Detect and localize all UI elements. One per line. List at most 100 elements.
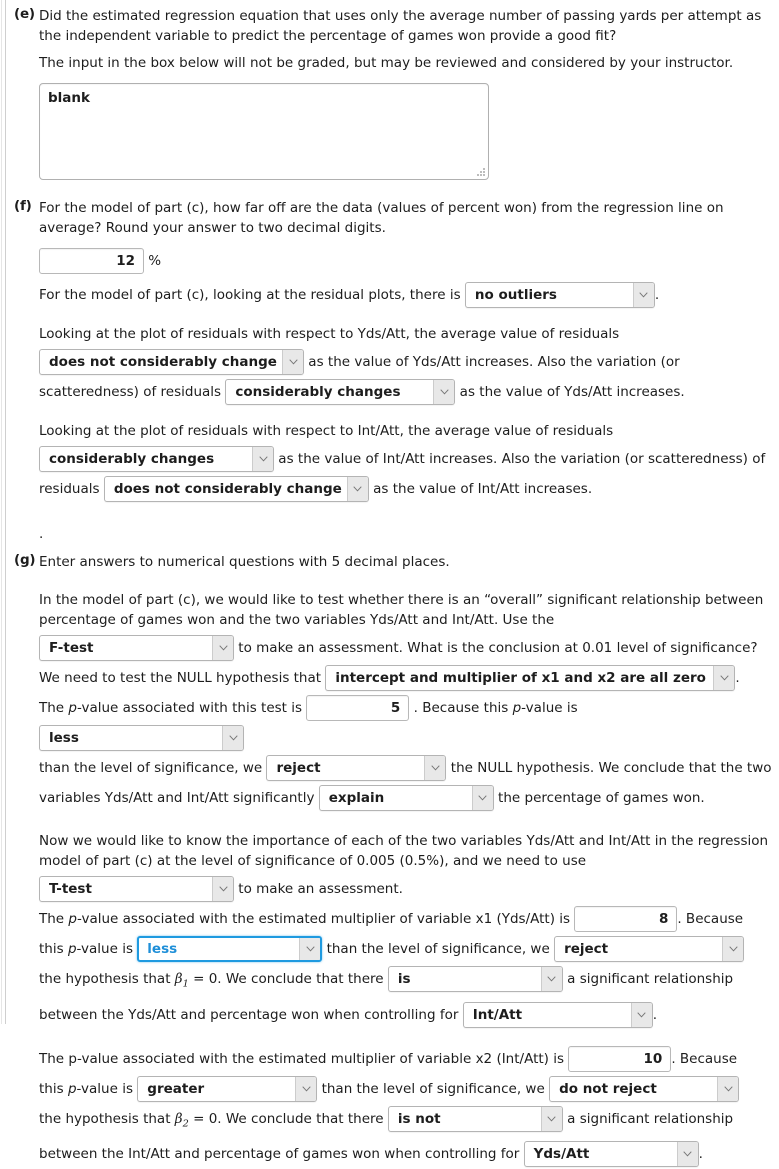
ftest-compare-after-text: than the level of significance, we — [39, 760, 263, 776]
ttest-type-select-value: T-test — [49, 881, 92, 897]
chevron-down-icon[interactable] — [282, 350, 303, 374]
ftest-select-row: F-test to make an assessment. What is th… — [39, 633, 773, 663]
chevron-down-icon[interactable] — [676, 1142, 698, 1167]
x1-hypothesis-mid-text: = 0. We conclude that there — [193, 971, 384, 987]
int-end-text: as the value of Int/Att increases. — [373, 481, 593, 497]
part-f-outliers-row: For the model of part (c), looking at th… — [39, 280, 773, 310]
x1-this-prefix-text: this — [39, 941, 64, 957]
x2-this-prefix-text: this — [39, 1080, 64, 1097]
x1-compare-after-text: than the level of significance, we — [326, 941, 550, 957]
yds-variation-select-value: considerably changes — [235, 384, 401, 400]
x1-compare-select-value: less — [147, 941, 178, 957]
ftest-explain-select[interactable]: explain — [318, 785, 494, 811]
chevron-down-icon[interactable] — [713, 666, 735, 690]
int-intro-text: Looking at the plot of residuals with re… — [39, 423, 614, 439]
part-g-question: Enter answers to numerical questions wit… — [39, 554, 450, 570]
x2-is-select[interactable]: is not — [387, 1105, 563, 1132]
ttest-after-text: to make an assessment. — [238, 881, 403, 897]
stray-period: . — [39, 526, 44, 542]
outliers-select[interactable]: no outliers — [464, 282, 655, 308]
part-g: (g) Enter answers to numerical questions… — [14, 552, 773, 1169]
x1-pvalue-prefix-text: -value associated with the estimated mul… — [76, 911, 571, 927]
ftest-pvalue-mid-text: . Because this — [413, 700, 509, 716]
x2-control-select[interactable]: Yds/Att — [523, 1141, 699, 1168]
x1-compare-select[interactable]: less — [137, 936, 323, 962]
chevron-down-icon[interactable] — [295, 1076, 317, 1101]
x2-hypothesis-mid-text: = 0. We conclude that there — [193, 1110, 384, 1127]
chevron-down-icon[interactable] — [722, 937, 744, 961]
p-italic-2: p — [512, 700, 522, 716]
x2-compare-select[interactable]: greater — [137, 1075, 318, 1102]
int-variation-select[interactable]: does not considerably change — [103, 476, 369, 502]
yds-variation-select[interactable]: considerably changes — [225, 379, 456, 405]
worksheet-content: (e) Did the estimated regression equatio… — [0, 0, 779, 1169]
chevron-down-icon[interactable] — [632, 283, 654, 307]
ftest-pvalue-input[interactable]: 5 — [306, 695, 410, 721]
ftest-pvalue-prefix2-text: -value associated with this test is — [76, 700, 303, 716]
part-f-yds-block: Looking at the plot of residuals with re… — [39, 324, 773, 407]
beta-2-symbol: β2 — [174, 1110, 189, 1130]
chevron-down-icon[interactable] — [222, 726, 243, 750]
worksheet-page: (e) Did the estimated regression equatio… — [0, 0, 779, 1168]
chevron-down-icon[interactable] — [717, 1076, 739, 1101]
chevron-down-icon[interactable] — [212, 636, 233, 660]
p-italic-1: p — [68, 700, 77, 716]
x2-compare-row: this p-value is greater than the level o… — [39, 1074, 773, 1104]
chevron-down-icon[interactable] — [540, 1106, 562, 1131]
x1-pvalue-row: The p-value associated with the estimate… — [39, 904, 773, 934]
chevron-down-icon[interactable] — [346, 477, 368, 501]
x2-decision-select[interactable]: do not reject — [549, 1075, 740, 1102]
rmse-input[interactable]: 12 — [39, 248, 144, 274]
chevron-down-icon[interactable] — [540, 967, 562, 991]
chevron-down-icon[interactable] — [212, 877, 233, 901]
outliers-suffix-text: . — [654, 287, 660, 303]
part-e-body: Did the estimated regression equation th… — [39, 6, 773, 180]
yds-mean-select-value: does not considerably change — [49, 354, 277, 370]
ftest-pvalue-row: The p-value associated with this test is… — [39, 693, 773, 753]
part-f-body: For the model of part (c), how far off a… — [39, 198, 773, 542]
part-e-note: The input in the box below will not be g… — [39, 55, 734, 71]
ftest-compare-select[interactable]: less — [39, 725, 244, 751]
x1-is-after-text: a significant relationship — [567, 971, 734, 987]
x2-decision-select-value: do not reject — [559, 1080, 657, 1097]
x1-decision-select[interactable]: reject — [554, 936, 745, 962]
chevron-down-icon[interactable] — [424, 756, 446, 780]
part-e-essay-textarea[interactable]: blank — [39, 83, 489, 180]
x1-control-row: between the Yds/Att and percentage won w… — [39, 1000, 773, 1030]
x2-hypothesis-prefix-text: the hypothesis that — [39, 1110, 171, 1127]
part-f: (f) For the model of part (c), how far o… — [14, 198, 773, 542]
yds-mean-select[interactable]: does not considerably change — [39, 349, 304, 375]
chevron-down-icon[interactable] — [433, 380, 455, 404]
x1-control-select-value: Int/Att — [472, 1006, 523, 1023]
p-italic-4: p — [67, 941, 77, 957]
int-mean-select[interactable]: considerably changes — [39, 446, 274, 472]
ttest-select-row: T-test to make an assessment. — [39, 874, 773, 904]
resize-grip-icon[interactable] — [474, 165, 485, 176]
chevron-down-icon[interactable] — [630, 1002, 652, 1027]
yds-intro-text: Looking at the plot of residuals with re… — [39, 326, 620, 342]
chevron-down-icon[interactable] — [471, 786, 493, 810]
outliers-prefix-text: For the model of part (c), looking at th… — [39, 287, 461, 303]
chevron-down-icon[interactable] — [252, 447, 273, 471]
ftest-decision-select[interactable]: reject — [266, 755, 447, 781]
x2-control-prefix-text: between the Int/Att and percentage of ga… — [39, 1146, 520, 1163]
int-variation-select-value: does not considerably change — [113, 481, 342, 497]
x1-control-suffix-text: . — [652, 1006, 657, 1023]
ttest-type-select[interactable]: T-test — [39, 876, 234, 902]
chevron-down-icon[interactable] — [299, 938, 321, 960]
percent-label: % — [148, 253, 162, 269]
null-hypothesis-select[interactable]: intercept and multiplier of x1 and x2 ar… — [325, 665, 736, 691]
int-mean-select-value: considerably changes — [49, 451, 215, 467]
x2-pvalue-input[interactable]: 10 — [568, 1045, 672, 1072]
x1-is-select[interactable]: is — [387, 966, 563, 992]
x2-control-row: between the Int/Att and percentage of ga… — [39, 1139, 773, 1169]
x1-pvalue-input[interactable]: 8 — [574, 906, 678, 932]
part-g-label: (g) — [14, 552, 36, 568]
ftest-after-text: to make an assessment. What is the concl… — [238, 640, 758, 656]
ftest-type-select[interactable]: F-test — [39, 635, 234, 661]
x1-because-text: . Because — [677, 911, 744, 927]
part-f-label: (f) — [14, 198, 32, 214]
part-e-essay-value: blank — [48, 90, 90, 106]
ttest-block: Now we would like to know the importance… — [39, 831, 773, 1169]
part-f-question: For the model of part (c), how far off a… — [39, 200, 724, 236]
